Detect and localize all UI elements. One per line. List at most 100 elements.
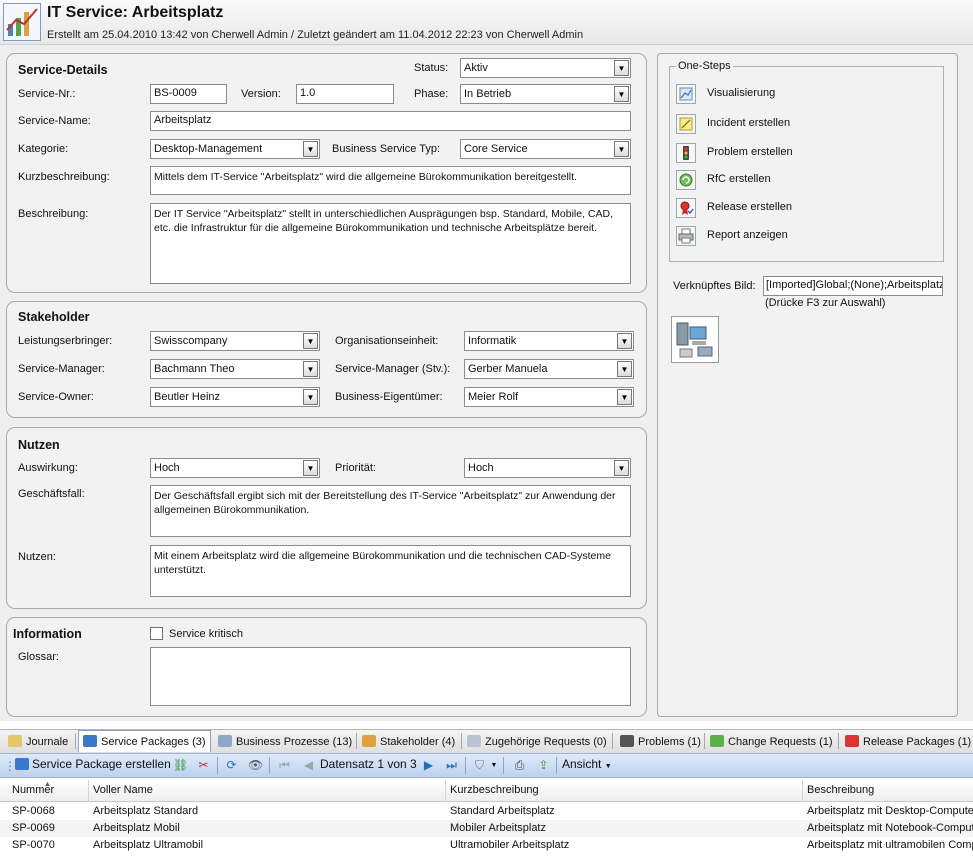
- table-row[interactable]: SP-0069 Arbeitsplatz Mobil Mobiler Arbei…: [0, 820, 973, 837]
- column-label: Beschreibung: [807, 784, 875, 796]
- tab-zugehoerige-requests[interactable]: Zugehörige Requests (0): [463, 731, 611, 753]
- auswirkung-select[interactable]: Hoch ▼: [150, 458, 320, 478]
- previous-record-icon[interactable]: ◀: [301, 758, 316, 772]
- tab-service-packages[interactable]: Service Packages (3): [78, 730, 211, 752]
- chevron-down-icon[interactable]: ▼: [617, 361, 632, 377]
- link-icon[interactable]: ⛓: [173, 758, 188, 772]
- tab-journale[interactable]: Journale: [4, 731, 72, 753]
- people-icon: [362, 735, 376, 747]
- chevron-down-icon[interactable]: ▼: [303, 389, 318, 405]
- status-value: Aktiv: [464, 62, 488, 74]
- chevron-down-icon[interactable]: ▼: [617, 333, 632, 349]
- chevron-down-icon[interactable]: ▼: [303, 333, 318, 349]
- cell-kurzbeschreibung: Ultramobiler Arbeitsplatz: [450, 839, 570, 851]
- auswirkung-value: Hoch: [154, 462, 180, 474]
- onestep-rfc-erstellen[interactable]: RfC erstellen: [676, 170, 876, 192]
- service-owner-label: Service-Owner:: [18, 391, 94, 403]
- next-record-icon[interactable]: ▶: [421, 758, 436, 772]
- chevron-down-icon[interactable]: ▼: [617, 389, 632, 405]
- beschreibung-label: Beschreibung:: [18, 208, 89, 220]
- chevron-down-icon: ▼: [604, 763, 612, 770]
- tab-change-requests[interactable]: Change Requests (1): [706, 731, 837, 753]
- kategorie-select[interactable]: Desktop-Management ▼: [150, 139, 320, 159]
- business-eigentuemer-label: Business-Eigentümer:: [335, 391, 443, 403]
- chevron-down-icon[interactable]: ▼: [614, 460, 629, 476]
- nutzen-title: Nutzen: [18, 438, 60, 452]
- kategorie-value: Desktop-Management: [154, 143, 263, 155]
- prioritaet-select[interactable]: Hoch ▼: [464, 458, 631, 478]
- onestep-label: RfC erstellen: [707, 173, 771, 185]
- kategorie-label: Kategorie:: [18, 143, 69, 155]
- service-manager-stv-label: Service-Manager (Stv.):: [335, 363, 451, 375]
- service-manager-label: Service-Manager:: [18, 363, 105, 375]
- chevron-down-icon[interactable]: ▼: [303, 460, 318, 476]
- tab-release-packages[interactable]: Release Packages (1): [841, 731, 973, 753]
- column-header-kurzbeschreibung[interactable]: Kurzbeschreibung: [450, 784, 539, 796]
- service-manager-select[interactable]: Bachmann Theo ▼: [150, 359, 320, 379]
- business-eigentuemer-select[interactable]: Meier Rolf ▼: [464, 387, 634, 407]
- organisationseinheit-select[interactable]: Informatik ▼: [464, 331, 634, 351]
- filter-icon[interactable]: ⛉: [472, 758, 487, 772]
- onestep-problem-erstellen[interactable]: Problem erstellen: [676, 143, 876, 165]
- workstation-icon[interactable]: [671, 316, 719, 363]
- kurzbeschreibung-field[interactable]: Mittels dem IT-Service "Arbeitsplatz" wi…: [150, 166, 631, 195]
- chart-icon: [3, 3, 41, 41]
- ribbon-icon: [676, 198, 696, 218]
- prioritaet-value: Hoch: [468, 462, 494, 474]
- onestep-incident-erstellen[interactable]: Incident erstellen: [676, 114, 876, 136]
- package-icon: [15, 758, 29, 770]
- service-manager-stv-select[interactable]: Gerber Manuela ▼: [464, 359, 634, 379]
- tab-problems[interactable]: Problems (1): [616, 731, 705, 753]
- kurzbeschreibung-label: Kurzbeschreibung:: [18, 171, 110, 183]
- service-nr-field[interactable]: BS-0009: [150, 84, 227, 104]
- onestep-release-erstellen[interactable]: Release erstellen: [676, 198, 876, 220]
- refresh-icon[interactable]: ⟳: [224, 758, 239, 772]
- cell-nummer: SP-0068: [12, 805, 55, 817]
- service-name-field[interactable]: Arbeitsplatz: [150, 111, 631, 131]
- onestep-report-anzeigen[interactable]: Report anzeigen: [676, 226, 876, 248]
- cell-beschreibung: Arbeitsplatz mit Desktop-Computer: [807, 805, 973, 817]
- printer-icon[interactable]: ⎙: [512, 758, 527, 772]
- ansicht-button[interactable]: Ansicht ▼: [562, 757, 612, 771]
- chevron-down-icon[interactable]: ▼: [614, 141, 629, 157]
- chevron-down-icon[interactable]: ▼: [614, 60, 629, 76]
- service-kritisch-checkbox[interactable]: [150, 627, 163, 640]
- chevron-down-icon[interactable]: ▼: [490, 759, 498, 773]
- chevron-down-icon[interactable]: ▼: [303, 361, 318, 377]
- tab-label: Service Packages (3): [101, 736, 206, 748]
- leistungserbringer-select[interactable]: Swisscompany ▼: [150, 331, 320, 351]
- beschreibung-field[interactable]: Der IT Service "Arbeitsplatz" stellt in …: [150, 203, 631, 284]
- geschaeftsfall-field[interactable]: Der Geschäftsfall ergibt sich mit der Be…: [150, 485, 631, 537]
- glossar-field[interactable]: [150, 647, 631, 706]
- chevron-down-icon[interactable]: ▼: [614, 86, 629, 102]
- onestep-visualisierung[interactable]: Visualisierung: [676, 84, 876, 106]
- create-service-package-button[interactable]: Service Package erstellen: [15, 757, 171, 771]
- last-record-icon[interactable]: ⏭: [444, 758, 459, 772]
- page-title: IT Service: Arbeitsplatz: [47, 4, 224, 21]
- unlink-icon[interactable]: ✂: [196, 758, 211, 772]
- table-row[interactable]: SP-0070 Arbeitsplatz Ultramobil Ultramob…: [0, 837, 973, 854]
- export-icon[interactable]: ⇪: [536, 758, 551, 772]
- printer-icon: [676, 226, 696, 246]
- tab-business-prozesse[interactable]: Business Prozesse (13): [214, 731, 356, 753]
- eye-icon[interactable]: 👁: [248, 758, 263, 772]
- column-header-voller-name[interactable]: Voller Name: [93, 784, 153, 796]
- traffic-light-icon: [620, 735, 634, 747]
- cell-beschreibung: Arbeitsplatz mit ultramobilen Computer: [807, 839, 973, 851]
- chevron-down-icon[interactable]: ▼: [303, 141, 318, 157]
- nutzen-field[interactable]: Mit einem Arbeitsplatz wird die allgemei…: [150, 545, 631, 597]
- version-field[interactable]: 1.0: [296, 84, 394, 104]
- phase-select[interactable]: In Betrieb ▼: [460, 84, 631, 104]
- status-select[interactable]: Aktiv ▼: [460, 58, 631, 78]
- column-header-beschreibung[interactable]: Beschreibung: [807, 784, 874, 796]
- verknuepftes-bild-field[interactable]: [Imported]Global;(None);Arbeitsplatz: [763, 276, 943, 296]
- tab-stakeholder[interactable]: Stakeholder (4): [358, 731, 459, 753]
- tab-label: Business Prozesse (13): [236, 736, 353, 748]
- geschaeftsfall-label: Geschäftsfall:: [18, 488, 85, 500]
- table-row[interactable]: SP-0068 Arbeitsplatz Standard Standard A…: [0, 803, 973, 820]
- business-service-typ-select[interactable]: Core Service ▼: [460, 139, 631, 159]
- recycle-icon: [676, 170, 696, 190]
- service-owner-value: Beutler Heinz: [154, 391, 221, 403]
- service-owner-select[interactable]: Beutler Heinz ▼: [150, 387, 320, 407]
- first-record-icon[interactable]: ⏮: [277, 758, 292, 772]
